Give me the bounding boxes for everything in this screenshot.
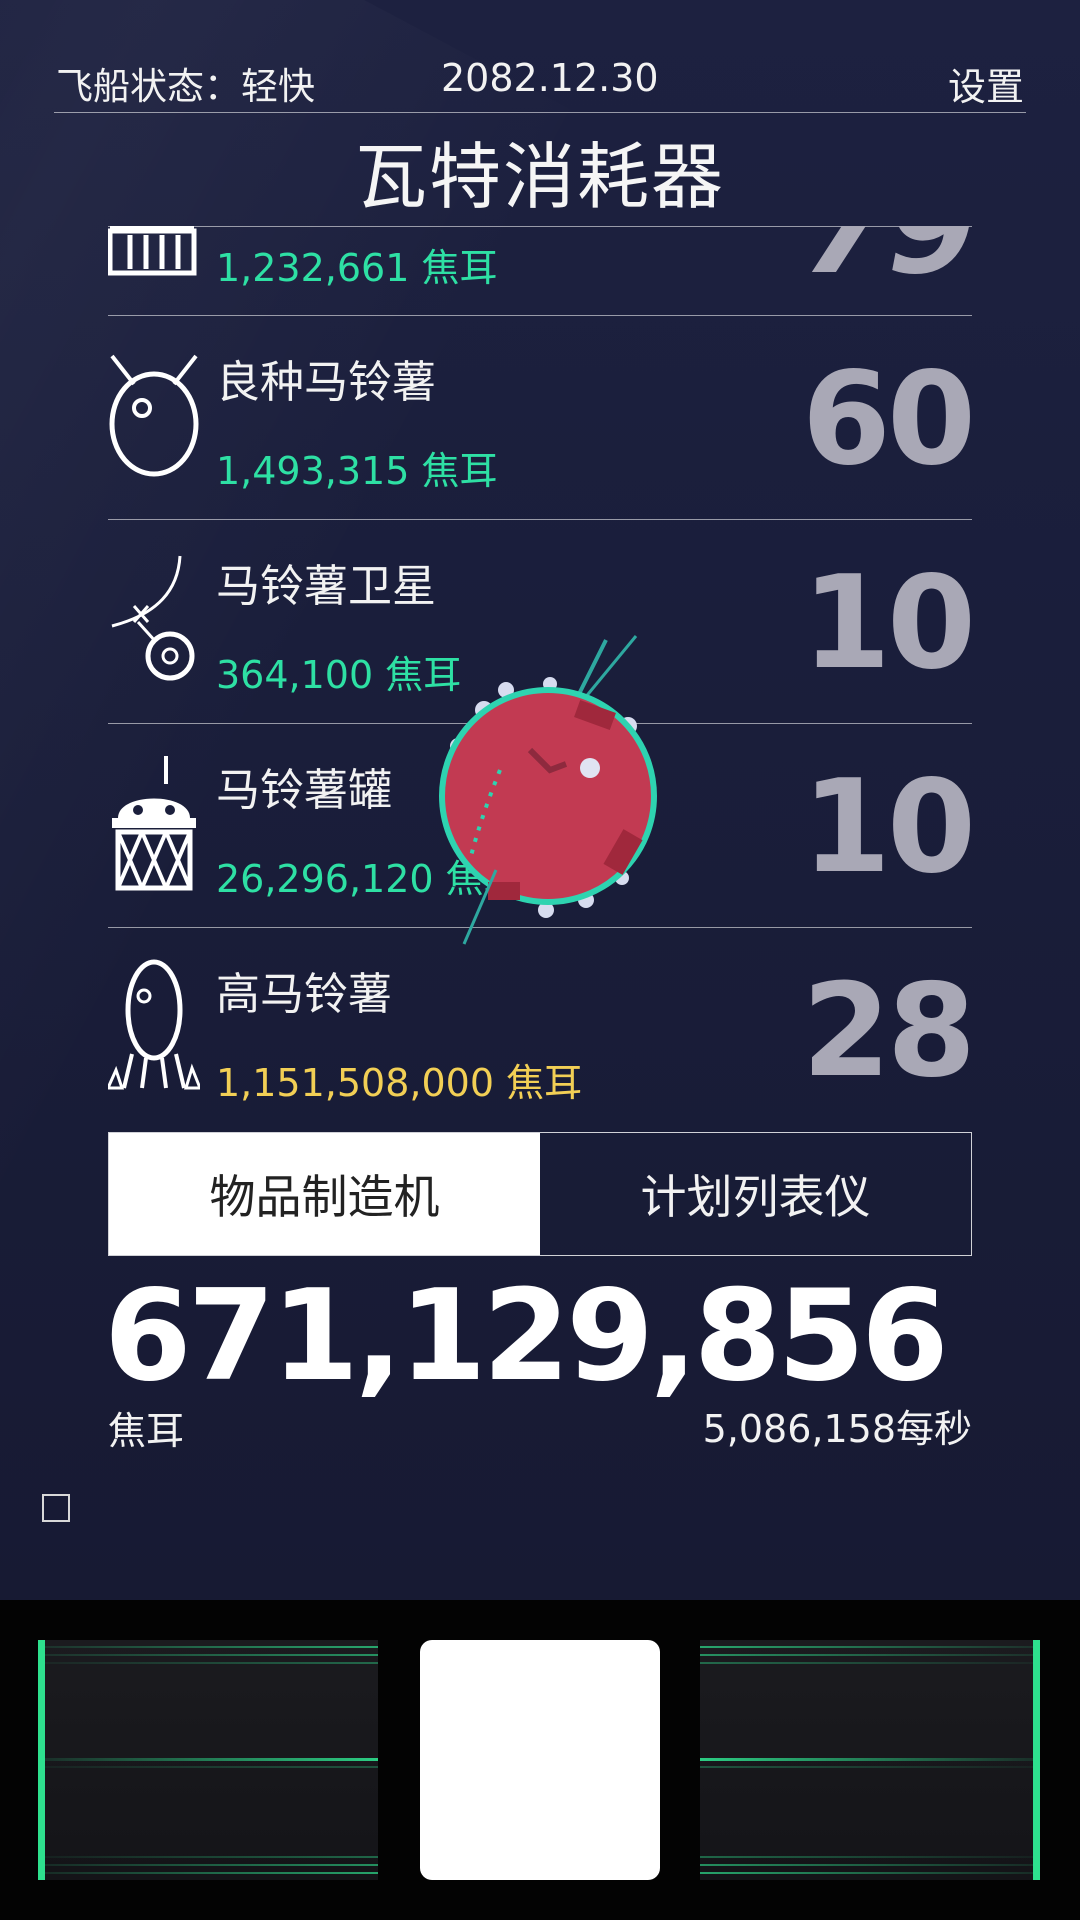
- item-count: 10: [801, 753, 972, 902]
- game-area: 飞船状态：轻快 2082.12.30 设置 瓦特消耗器 1,232,661 焦耳…: [0, 0, 1080, 1600]
- center-action-button[interactable]: [420, 1640, 660, 1880]
- list-item[interactable]: 良种马铃薯 1,493,315 焦耳 60: [108, 315, 972, 519]
- page-title: 瓦特消耗器: [354, 135, 725, 219]
- bottom-control-panel: [0, 1600, 1080, 1920]
- potato-planet[interactable]: [400, 620, 680, 960]
- right-energy-panel[interactable]: [700, 1640, 1040, 1880]
- energy-total: 671,129,856: [104, 1262, 949, 1409]
- ship-status-label: 飞船状态：轻快: [56, 65, 315, 108]
- item-cost: 1,493,315 焦耳: [216, 449, 498, 493]
- panel-line: [700, 1856, 1040, 1858]
- left-energy-panel[interactable]: [38, 1640, 378, 1880]
- item-name: 马铃薯卫星: [216, 561, 436, 612]
- panel-line: [38, 1872, 378, 1874]
- item-cost: 1,232,661 焦耳: [216, 246, 498, 290]
- panel-line: [38, 1864, 378, 1866]
- panel-line: [700, 1766, 1040, 1768]
- battery-icon: [108, 226, 197, 276]
- item-name: 高马铃薯: [216, 969, 392, 1020]
- energy-unit: 焦耳: [108, 1409, 185, 1453]
- planet-building: [488, 882, 520, 900]
- panel-line: [38, 1856, 378, 1858]
- item-count: 79: [801, 226, 972, 303]
- item-name: 良种马铃薯: [216, 357, 436, 408]
- item-name: 马铃薯罐: [216, 765, 392, 816]
- panel-line: [700, 1758, 1040, 1761]
- panel-line: [38, 1654, 378, 1656]
- rocket-potato-icon: [108, 959, 200, 1090]
- toggle-checkbox[interactable]: [42, 1494, 70, 1522]
- potato-icon: [109, 354, 199, 477]
- panel-line: [38, 1646, 378, 1648]
- panel-line: [700, 1654, 1040, 1656]
- status-header: 飞船状态：轻快 2082.12.30 设置: [54, 0, 1026, 113]
- energy-rate: 5,086,158每秒: [702, 1407, 972, 1451]
- item-count: 60: [801, 345, 972, 494]
- game-screen: 飞船状态：轻快 2082.12.30 设置 瓦特消耗器 1,232,661 焦耳…: [0, 0, 1080, 1920]
- panel-line: [38, 1758, 378, 1761]
- panel-line: [38, 1766, 378, 1768]
- panel-line: [700, 1864, 1040, 1866]
- settings-button[interactable]: 设置: [948, 56, 1024, 111]
- planet-crater: [580, 758, 600, 778]
- panel-line: [700, 1662, 1040, 1664]
- tab-bar: 物品制造机 计划列表仪: [108, 1132, 972, 1256]
- tank-icon: [112, 756, 196, 891]
- game-date: 2082.12.30: [441, 56, 659, 100]
- panel-line: [700, 1646, 1040, 1648]
- panel-line: [700, 1872, 1040, 1874]
- item-count: 28: [801, 957, 972, 1106]
- item-cost: 1,151,508,000 焦耳: [216, 1061, 583, 1105]
- satellite-icon: [111, 555, 195, 681]
- tab-plan-list[interactable]: 计划列表仪: [540, 1133, 971, 1255]
- tab-item-maker[interactable]: 物品制造机: [109, 1133, 540, 1255]
- panel-line: [38, 1662, 378, 1664]
- item-count: 10: [801, 549, 972, 698]
